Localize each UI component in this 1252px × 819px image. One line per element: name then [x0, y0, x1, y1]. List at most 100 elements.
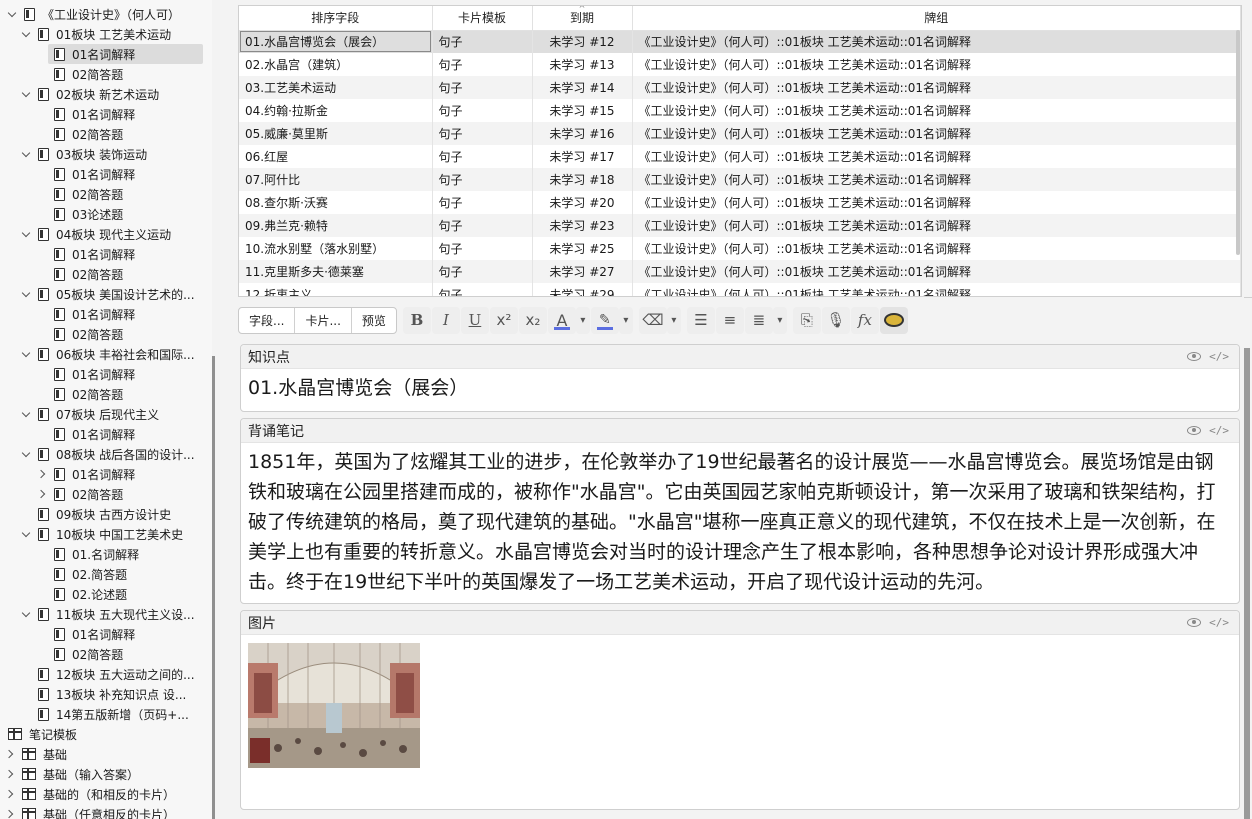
sidebar-item[interactable]: 02.论述题: [38, 584, 127, 604]
chevron-right-icon[interactable]: [6, 769, 16, 779]
column-header-sort-field[interactable]: 排序字段: [239, 6, 433, 31]
field-editor[interactable]: 01.水晶宫博览会（展会）: [241, 369, 1239, 407]
table-row[interactable]: 04.约翰·拉斯金 句子 未学习 #15 《工业设计史》（何人可）::01板块 工艺美…: [239, 99, 1241, 122]
table-scrollbar[interactable]: [1233, 30, 1241, 260]
eye-icon[interactable]: [1187, 352, 1202, 361]
table-row[interactable]: 05.威廉·莫里斯 句子 未学习 #16 《工业设计史》（何人可）::01板块 工艺美…: [239, 122, 1241, 145]
sidebar-item[interactable]: 01名词解释: [38, 44, 203, 64]
sidebar-item[interactable]: 05板块 美国设计艺术的...: [22, 284, 195, 304]
sidebar-item[interactable]: 基础的（和相反的卡片）: [6, 784, 175, 804]
attach-button[interactable]: ⎘: [792, 306, 821, 334]
sidebar-item[interactable]: 08板块 战后各国的设计...: [22, 444, 195, 464]
sidebar-item[interactable]: 02.简答题: [38, 564, 127, 584]
table-row[interactable]: 10.流水别墅（落水别墅） 句子 未学习 #25 《工业设计史》（何人可）::01板块…: [239, 237, 1241, 260]
sidebar-item[interactable]: 01名词解释: [38, 624, 135, 644]
sidebar-item[interactable]: 01名词解释: [38, 424, 135, 444]
code-icon[interactable]: </>: [1209, 424, 1229, 437]
sidebar-item[interactable]: 01板块 工艺美术运动: [22, 24, 171, 44]
sidebar-item[interactable]: 07板块 后现代主义: [22, 404, 159, 424]
eye-icon[interactable]: [1187, 426, 1202, 435]
sidebar-item[interactable]: 03板块 装饰运动: [22, 144, 147, 164]
sidebar-item[interactable]: 02简答题: [38, 264, 123, 284]
sidebar-item[interactable]: 03论述题: [38, 204, 123, 224]
sidebar-item[interactable]: 基础: [6, 744, 67, 764]
sidebar-item[interactable]: 01名词解释: [38, 164, 135, 184]
chevron-down-icon[interactable]: [22, 349, 32, 359]
chevron-down-icon[interactable]: [22, 289, 32, 299]
eraser-button[interactable]: ⌫: [638, 306, 667, 334]
sidebar-item[interactable]: 01名词解释: [38, 464, 135, 484]
bold-button[interactable]: B: [402, 306, 431, 334]
record-audio-button[interactable]: 🎙: [821, 306, 850, 334]
column-header-card-template[interactable]: 卡片模板: [432, 6, 533, 31]
chevron-down-icon[interactable]: [22, 89, 32, 99]
table-row[interactable]: 02.水晶宫（建筑） 句子 未学习 #13 《工业设计史》（何人可）::01板块 工艺…: [239, 53, 1241, 76]
italic-button[interactable]: I: [431, 306, 460, 334]
table-row[interactable]: 09.弗兰克·赖特 句子 未学习 #23 《工业设计史》（何人可）::01板块 工艺美…: [239, 214, 1241, 237]
addon-button[interactable]: [879, 306, 908, 334]
align-dropdown[interactable]: ▾: [772, 306, 787, 334]
chevron-right-icon[interactable]: [6, 749, 16, 759]
chevron-right-icon[interactable]: [38, 469, 48, 479]
code-icon[interactable]: </>: [1209, 350, 1229, 363]
sidebar-item[interactable]: 01名词解释: [38, 104, 135, 124]
sidebar-item[interactable]: 02简答题: [38, 124, 123, 144]
sidebar-item[interactable]: 11板块 五大现代主义设...: [22, 604, 195, 624]
chevron-down-icon[interactable]: [22, 449, 32, 459]
eye-icon[interactable]: [1187, 618, 1202, 627]
text-color-button[interactable]: A: [547, 306, 576, 334]
sidebar-item[interactable]: 09板块 古西方设计史: [22, 504, 171, 524]
sidebar-item[interactable]: 笔记模板: [8, 724, 77, 744]
table-scrollbar-thumb[interactable]: [1236, 30, 1240, 255]
numbered-list-button[interactable]: ≡: [715, 306, 744, 334]
underline-button[interactable]: U: [460, 306, 489, 334]
sidebar-item[interactable]: 02板块 新艺术运动: [22, 84, 159, 104]
sidebar-item[interactable]: 《工业设计史》（何人可）: [8, 4, 180, 24]
chevron-down-icon[interactable]: [22, 609, 32, 619]
text-color-dropdown[interactable]: ▾: [575, 306, 590, 334]
editor-scrollbar[interactable]: [1244, 348, 1250, 819]
crystal-palace-image[interactable]: [248, 643, 420, 768]
subscript-button[interactable]: x₂: [518, 306, 547, 334]
field-editor[interactable]: 1851年，英国为了炫耀其工业的进步，在伦敦举办了19世纪最著名的设计展览——水…: [241, 443, 1239, 601]
code-icon[interactable]: </>: [1209, 616, 1229, 629]
highlight-dropdown[interactable]: ▾: [618, 306, 633, 334]
sidebar-item[interactable]: 基础（任意相反的卡片）: [6, 804, 175, 819]
chevron-down-icon[interactable]: [22, 229, 32, 239]
superscript-button[interactable]: x²: [489, 306, 518, 334]
chevron-down-icon[interactable]: [22, 409, 32, 419]
sidebar-item[interactable]: 13板块 补充知识点 设...: [22, 684, 186, 704]
chevron-down-icon[interactable]: [22, 149, 32, 159]
chevron-down-icon[interactable]: [22, 529, 32, 539]
sidebar-item[interactable]: 04板块 现代主义运动: [22, 224, 171, 244]
cards-button[interactable]: 卡片...: [295, 307, 352, 333]
sidebar-item[interactable]: 10板块 中国工艺美术史: [22, 524, 183, 544]
sidebar-item[interactable]: 14第五版新增（页码+...: [22, 704, 189, 724]
highlight-button[interactable]: ✎: [590, 306, 619, 334]
eraser-dropdown[interactable]: ▾: [666, 306, 681, 334]
fields-button[interactable]: 字段...: [239, 307, 296, 333]
sidebar-item[interactable]: 01.名词解释: [38, 544, 139, 564]
sidebar-item[interactable]: 02简答题: [38, 484, 123, 504]
table-row[interactable]: 07.阿什比 句子 未学习 #18 《工业设计史》（何人可）::01板块 工艺美术运动…: [239, 168, 1241, 191]
chevron-right-icon[interactable]: [6, 809, 16, 819]
table-row[interactable]: 08.查尔斯·沃赛 句子 未学习 #20 《工业设计史》（何人可）::01板块 工艺美…: [239, 191, 1241, 214]
column-header-deck[interactable]: 牌组: [632, 6, 1241, 31]
sidebar-item[interactable]: 06板块 丰裕社会和国际...: [22, 344, 195, 364]
sidebar-item[interactable]: 02简答题: [38, 64, 123, 84]
sidebar-item[interactable]: 02简答题: [38, 184, 123, 204]
sidebar-item[interactable]: 02简答题: [38, 384, 123, 404]
sidebar-item[interactable]: 01名词解释: [38, 364, 135, 384]
sidebar-item[interactable]: 02简答题: [38, 644, 123, 664]
sidebar-scrollbar[interactable]: [212, 356, 215, 819]
chevron-down-icon[interactable]: [8, 9, 18, 19]
table-row[interactable]: 11.克里斯多夫·德莱塞 句子 未学习 #27 《工业设计史》（何人可）::01板块 …: [239, 260, 1241, 283]
sidebar-item[interactable]: 基础（输入答案）: [6, 764, 139, 784]
bullet-list-button[interactable]: ☰: [686, 306, 715, 334]
table-row[interactable]: 12.折衷主义 句子 未学习 #29 《工业设计史》（何人可）::01板块 工艺美术运…: [239, 283, 1241, 296]
table-row[interactable]: 03.工艺美术运动 句子 未学习 #14 《工业设计史》（何人可）::01板块 工艺美…: [239, 76, 1241, 99]
sidebar-item[interactable]: 02简答题: [38, 324, 123, 344]
preview-button[interactable]: 预览: [352, 308, 396, 333]
table-row[interactable]: 06.红屋 句子 未学习 #17 《工业设计史》（何人可）::01板块 工艺美术运动:…: [239, 145, 1241, 168]
column-header-due[interactable]: ^ 到期: [532, 6, 633, 31]
